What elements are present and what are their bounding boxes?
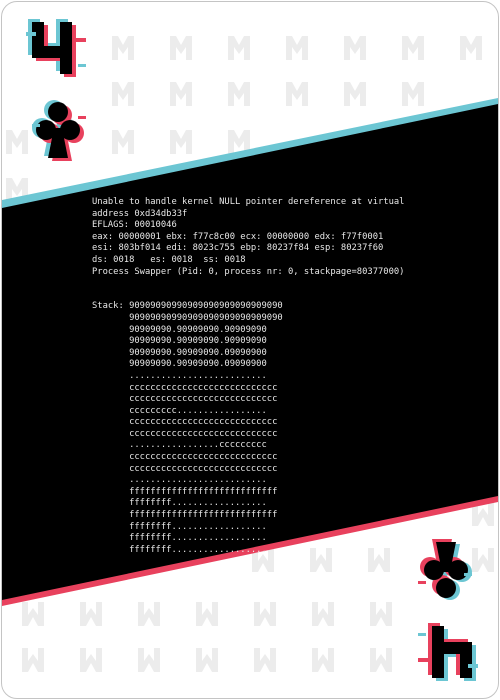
playing-card: Unable to handle kernel NULL pointer der…: [1, 1, 499, 699]
terminal-line: cccccccccccccccccccccccccccc: [92, 394, 278, 405]
terminal-line: 90909090.90909090.90909090: [92, 336, 267, 347]
terminal-line: 90909090990909090909090909090: [92, 312, 283, 323]
terminal-line: 90909090.90909090.09090900: [92, 359, 267, 370]
terminal-line: 90909090.90909090.90909090: [92, 324, 267, 335]
rank-4-and-club-icon: [26, 19, 86, 161]
terminal-line: ..........................: [92, 475, 267, 486]
terminal-line: cccccccccccccccccccccccccccc: [92, 452, 278, 463]
terminal-line: .................ccccccccc: [92, 440, 267, 451]
terminal-line: ​: [92, 278, 452, 290]
terminal-line: Process Swapper (Pid: 0, process nr: 0, …: [92, 266, 405, 277]
terminal-line: ..........................: [92, 370, 267, 381]
terminal-line: ccccccccc.................: [92, 405, 267, 416]
terminal-line: ​: [92, 290, 452, 302]
terminal-line: eax: 00000001 ebx: f77c8c00 ecx: 0000000…: [92, 231, 384, 242]
terminal-line: ds: 0018 es: 0018 ss: 0018: [92, 254, 246, 265]
terminal-line: Stack: 90909090990909090909090909090: [92, 301, 283, 312]
terminal-line: esi: 803bf014 edi: 8023c755 ebp: 80237f8…: [92, 243, 384, 254]
terminal-line: ffffffffffffffffffffffffffff: [92, 510, 278, 521]
terminal-line: ffffffffffffffffffffffffffff: [92, 486, 278, 497]
terminal-line: cccccccccccccccccccccccccccc: [92, 417, 278, 428]
terminal-line: Unable to handle kernel NULL pointer der…: [92, 197, 405, 207]
terminal-line: ffffffff..................: [92, 498, 267, 509]
terminal-line: cccccccccccccccccccccccccccc: [92, 382, 278, 393]
terminal-line: cccccccccccccccccccccccccccc: [92, 428, 278, 439]
terminal-line: ffffffff..................: [92, 533, 267, 544]
corner-index-top: [20, 16, 110, 176]
terminal-line: address 0xd34db33f: [92, 208, 188, 219]
terminal-line: ffffffff..................: [92, 521, 267, 532]
terminal-line: cccccccccccccccccccccccccccc: [92, 463, 278, 474]
kernel-panic-output: Unable to handle kernel NULL pointer der…: [92, 197, 452, 556]
terminal-line: EFLAGS: 00010046: [92, 220, 177, 231]
terminal-line: ffffffff..................: [92, 544, 267, 555]
terminal-line: 90909090.90909090.09090900: [92, 347, 267, 358]
